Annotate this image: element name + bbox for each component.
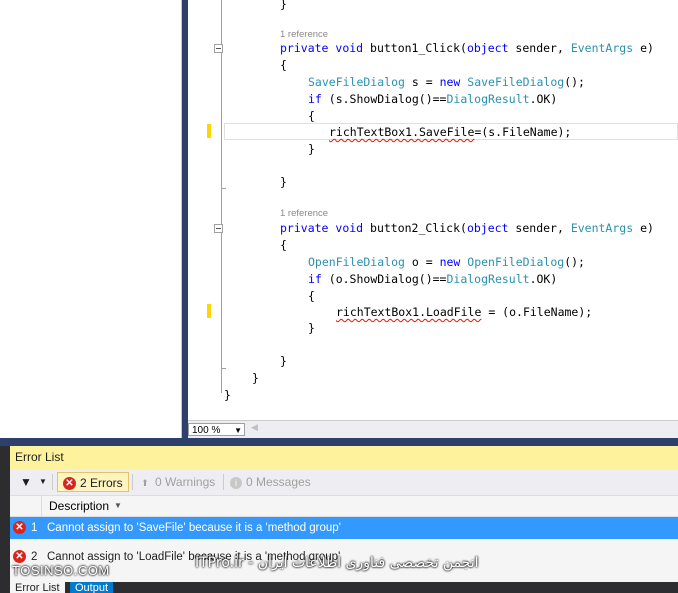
code-token: s = [411,75,440,89]
code-text: } 1 reference private void button1_Click(o… [188,0,678,420]
column-header-icon-cell [10,496,42,516]
separator [52,474,53,490]
code-token: sender, [515,221,571,235]
code-token: private [280,41,336,55]
code-token: (o.ShowDialog()== [328,272,447,286]
column-header: Description ▼ [10,496,678,517]
code-token: (s.ShowDialog()== [328,92,447,106]
horizontal-splitter[interactable] [0,438,678,446]
code-line: if (o.ShowDialog()==DialogResult.OK) [308,271,557,287]
error-icon: ✕ [13,521,26,534]
code-token: .OK) [529,272,558,286]
code-token: SaveFileDialog [467,75,565,89]
code-token: if [308,92,329,106]
error-squiggle: richTextBox1.LoadFile [336,305,482,319]
code-token: object [466,41,516,55]
code-token: OpenFileDialog [308,255,412,269]
error-list-title[interactable]: Error List [10,446,678,469]
tab-output[interactable]: Output [70,582,114,593]
error-icon: ✕ [13,550,26,563]
code-token: e) [640,41,654,55]
errors-label: 2 Errors [80,476,123,490]
error-list-toolbar: ▼ ▼ ✕ 2 Errors ⬆ 0 Warnings i 0 Messages [10,469,678,496]
separator [132,474,133,490]
code-editor[interactable]: } 1 reference private void button1_Click(o… [188,0,678,438]
code-line: richTextBox1.SaveFile=(s.FileName); [329,124,571,140]
code-token: OpenFileDialog [467,255,565,269]
code-token: new [439,255,468,269]
watermark-right: ITPro.ir - انجمن تخصصی فناوری اطلاعات ای… [195,555,479,571]
zoom-dropdown[interactable]: 100 % ▼ [188,423,245,436]
messages-label: 0 Messages [246,475,311,489]
sort-dropdown-icon[interactable]: ▼ [114,496,122,516]
tab-error-list[interactable]: Error List [10,582,65,593]
error-description: Cannot assign to 'SaveFile' because it i… [47,522,341,534]
info-icon: i [230,476,242,489]
code-token: EventArgs [570,41,641,55]
code-line: } [308,321,315,335]
bottom-tab-strip: Error List Output [10,582,678,593]
code-token: DialogResult [446,272,530,286]
solution-explorer-pane [0,0,182,438]
code-line: } [280,175,287,189]
code-line: } [224,388,231,402]
code-token: (); [564,255,585,269]
code-line: SaveFileDialog s = new SaveFileDialog(); [308,74,585,90]
filter-dropdown-icon[interactable]: ▼ [39,472,47,492]
code-token: object [466,221,516,235]
scroll-left-icon[interactable]: ◀ [251,423,258,433]
code-line: } [280,354,287,368]
reference-codelens[interactable]: 1 reference [280,29,328,40]
code-line: private void button1_Click(object sender… [280,40,654,56]
code-line: { [280,238,287,252]
code-token: new [439,75,468,89]
description-column-header[interactable]: Description [49,496,109,516]
warning-icon: ⬆ [141,477,149,488]
code-token: private [280,221,336,235]
filter-icon[interactable]: ▼ [20,472,32,492]
code-token: EventArgs [570,221,641,235]
code-token: = (o.FileName); [481,305,593,319]
code-token: sender, [515,41,571,55]
warnings-label: 0 Warnings [155,475,216,489]
code-line: { [308,109,315,123]
code-token: button2_Click( [370,221,467,235]
code-line: } [308,142,315,156]
code-line: } [252,371,259,385]
separator [223,474,224,490]
code-line: if (s.ShowDialog()==DialogResult.OK) [308,91,557,107]
chevron-down-icon: ▼ [234,426,242,435]
warnings-filter-button[interactable]: ⬆ 0 Warnings [139,472,215,492]
code-line: richTextBox1.LoadFile = (o.FileName); [336,304,592,320]
code-token: void [335,221,371,235]
code-line: } [280,0,287,11]
reference-codelens[interactable]: 1 reference [280,208,328,219]
code-token: =(s.FileName); [474,125,572,139]
code-line: { [280,58,287,72]
code-token: if [308,272,329,286]
error-icon: ✕ [63,477,76,491]
watermark-left: TOSINSO.COM [12,563,110,578]
code-line: private void button2_Click(object sender… [280,220,654,236]
code-token: o = [411,255,440,269]
code-token: .OK) [529,92,558,106]
error-squiggle: richTextBox1.SaveFile [329,125,475,139]
code-token: (); [564,75,585,89]
messages-filter-button[interactable]: i 0 Messages [230,472,311,492]
code-token: void [335,41,371,55]
code-line: { [308,289,315,303]
code-token: DialogResult [446,92,530,106]
code-line: OpenFileDialog o = new OpenFileDialog(); [308,254,585,270]
code-token: e) [640,221,654,235]
error-number: 1 [31,522,38,534]
zoom-value: 100 % [192,425,221,436]
editor-status-bar: 100 % ▼ ◀ [188,420,678,438]
code-token: button1_Click( [370,41,467,55]
code-token: SaveFileDialog [308,75,412,89]
error-row[interactable]: ✕ 1 Cannot assign to 'SaveFile' because it… [10,517,678,539]
errors-filter-button[interactable]: ✕ 2 Errors [57,472,129,492]
